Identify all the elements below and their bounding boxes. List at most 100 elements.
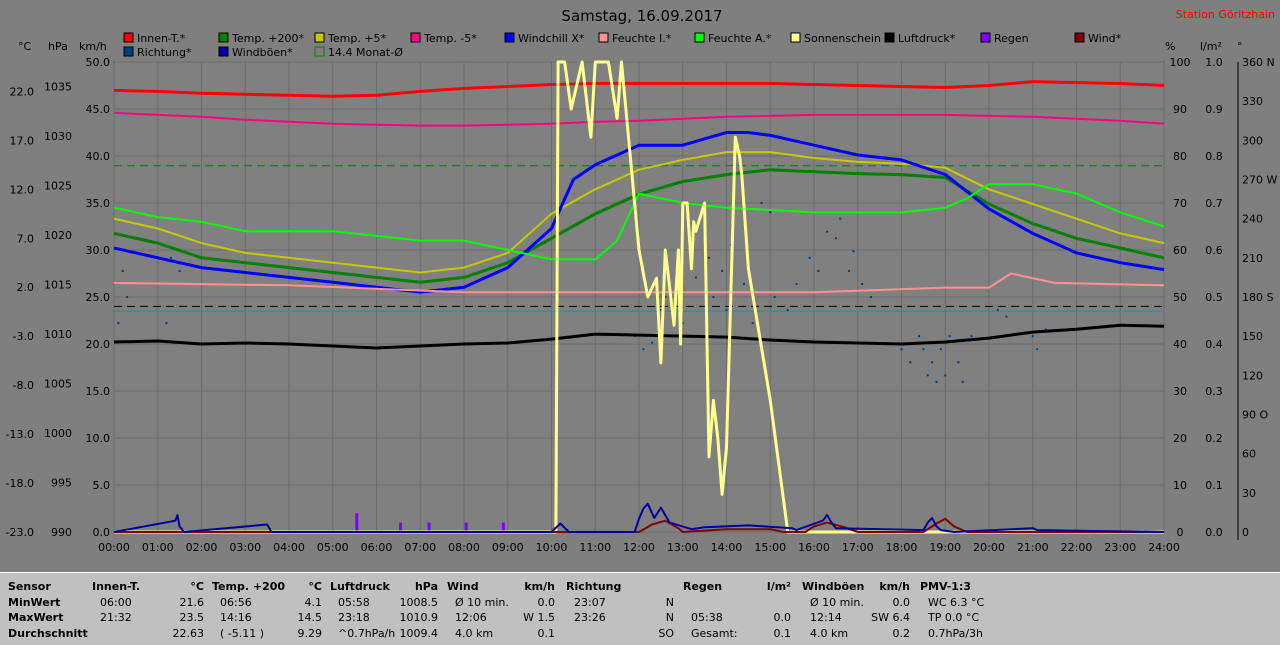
richtung-point	[121, 269, 124, 272]
stats-unit-luftdruck: hPa	[414, 580, 438, 593]
hpa-tick-label: 1030	[44, 130, 72, 143]
legend-label-temp-200: Temp. +200*	[231, 32, 305, 45]
stats-value-windboeen: SW 6.4	[871, 611, 910, 624]
degree-tick-label: 180 S	[1242, 291, 1273, 304]
kmh-tick-label: 45.0	[86, 103, 111, 116]
station-name: Station Göritzhain	[1176, 8, 1275, 21]
stats-time-wind: 4.0 km	[455, 626, 494, 640]
stats-header-innen: Innen-T.	[92, 580, 141, 593]
x-tick-label: 07:00	[404, 541, 436, 554]
richtung-point	[948, 335, 951, 338]
richtung-point	[751, 322, 754, 325]
richtung-point	[961, 380, 964, 383]
legend-swatch-temp-5	[314, 32, 325, 43]
celsius-tick-label: -3.0	[13, 330, 34, 343]
unit-degree-label: °	[1237, 40, 1243, 53]
stats-row-label: Durchschnitt	[8, 626, 88, 640]
degree-tick-label: 330	[1242, 95, 1263, 108]
celsius-tick-label: 2.0	[17, 281, 35, 294]
degree-tick-label: 150	[1242, 330, 1263, 343]
x-tick-label: 16:00	[798, 541, 830, 554]
legend-label-innen-t: Innen-T.*	[137, 32, 186, 45]
richtung-point	[939, 348, 942, 351]
x-tick-label: 14:00	[711, 541, 743, 554]
richtung-point	[861, 282, 864, 285]
stats-unit-windboeen: km/h	[879, 580, 910, 593]
richtung-point	[922, 348, 925, 351]
stats-value-temp200: 9.29	[297, 626, 323, 640]
richtung-point	[852, 250, 855, 253]
richtung-point	[165, 322, 168, 325]
stats-unit-temp200: °C	[308, 580, 322, 593]
richtung-point	[1031, 335, 1034, 338]
richtung-point	[869, 296, 872, 298]
legend-label-temp-5: Temp. +5*	[327, 32, 387, 45]
percent-tick-label: 90	[1173, 103, 1187, 116]
degree-tick-label: 210	[1242, 252, 1263, 265]
x-tick-label: 02:00	[186, 541, 218, 554]
legend-label-sonnenschein: Sonnenschein	[804, 32, 881, 45]
lm2-tick-label: 0.1	[1205, 479, 1223, 492]
richtung-point	[786, 309, 789, 312]
hpa-tick-label: 1025	[44, 180, 72, 193]
unit-percent-label: %	[1165, 40, 1175, 53]
richtung-point	[935, 380, 938, 383]
stats-header-temp200: Temp. +200	[212, 580, 286, 593]
percent-tick-label: 0	[1177, 526, 1184, 539]
stats-value-regen: 0.1	[773, 626, 792, 640]
kmh-tick-label: 25.0	[86, 291, 111, 304]
stats-header-sensor: Sensor	[8, 580, 51, 593]
x-tick-label: 08:00	[448, 541, 480, 554]
percent-tick-label: 80	[1173, 150, 1187, 163]
degree-tick-label: 300	[1242, 134, 1263, 147]
hpa-tick-label: 1020	[44, 229, 72, 242]
stats-value-wind: 0.0	[537, 595, 556, 609]
stats-time-richtung: 23:26	[574, 611, 606, 624]
richtung-point	[817, 269, 820, 272]
kmh-tick-label: 50.0	[86, 56, 111, 69]
celsius-tick-label: -13.0	[6, 428, 34, 441]
legend-label-wind: Wind*	[1088, 32, 1122, 45]
stats-time-windboeen: Ø 10 min.	[810, 595, 864, 609]
richtung-point	[694, 276, 697, 279]
regen-bar	[355, 513, 359, 532]
stats-value-windboeen: 0.0	[892, 595, 911, 609]
kmh-tick-label: 35.0	[86, 197, 111, 210]
stats-value-richtung: N	[665, 595, 674, 609]
richtung-point	[126, 296, 129, 298]
celsius-tick-label: -8.0	[13, 379, 34, 392]
percent-tick-label: 40	[1173, 338, 1187, 351]
richtung-point	[743, 282, 745, 285]
richtung-point	[708, 256, 710, 259]
celsius-tick-label: 7.0	[17, 232, 35, 245]
legend-label-regen: Regen	[994, 32, 1029, 45]
stats-time-luftdruck: 23:18	[338, 611, 370, 624]
x-tick-label: 22:00	[1061, 541, 1093, 554]
celsius-tick-label: 17.0	[10, 134, 35, 147]
lm2-tick-label: 0.6	[1205, 244, 1223, 257]
richtung-point	[826, 230, 829, 233]
lm2-tick-label: 0.8	[1205, 150, 1223, 163]
legend-swatch-temp-200	[218, 32, 229, 43]
richtung-point	[651, 341, 654, 344]
x-tick-label: 00:00	[98, 541, 130, 554]
stats-column-temp200: Temp. +200 °C 06:56 4.1 14:16 14.5 ( -5.11 ) 9.…	[212, 579, 322, 641]
chart-title: Samstag, 16.09.2017	[561, 7, 722, 25]
stats-time-richtung	[566, 626, 658, 642]
x-tick-label: 15:00	[754, 541, 786, 554]
hpa-tick-label: 1005	[44, 378, 72, 391]
x-tick-label: 01:00	[142, 541, 174, 554]
legend-swatch-temp-5	[410, 32, 421, 43]
stats-time-innen: 06:00	[100, 595, 132, 609]
stats-column-regen: Regen l/m² 05:38 0.0 Gesamt: 0.1	[683, 579, 791, 641]
lm2-tick-label: 1.0	[1205, 56, 1223, 69]
stats-panel: Sensor MinWert MaxWert Durchschnitt Innen-T.…	[0, 572, 1280, 645]
stats-row-label: MaxWert	[8, 611, 64, 624]
percent-tick-label: 100	[1170, 56, 1191, 69]
kmh-tick-label: 0.0	[93, 526, 111, 539]
kmh-tick-label: 5.0	[93, 479, 111, 492]
richtung-point	[642, 348, 645, 351]
hpa-tick-label: 1010	[44, 328, 72, 341]
hpa-tick-label: 995	[51, 477, 72, 490]
lm2-tick-label: 0.2	[1205, 432, 1223, 445]
